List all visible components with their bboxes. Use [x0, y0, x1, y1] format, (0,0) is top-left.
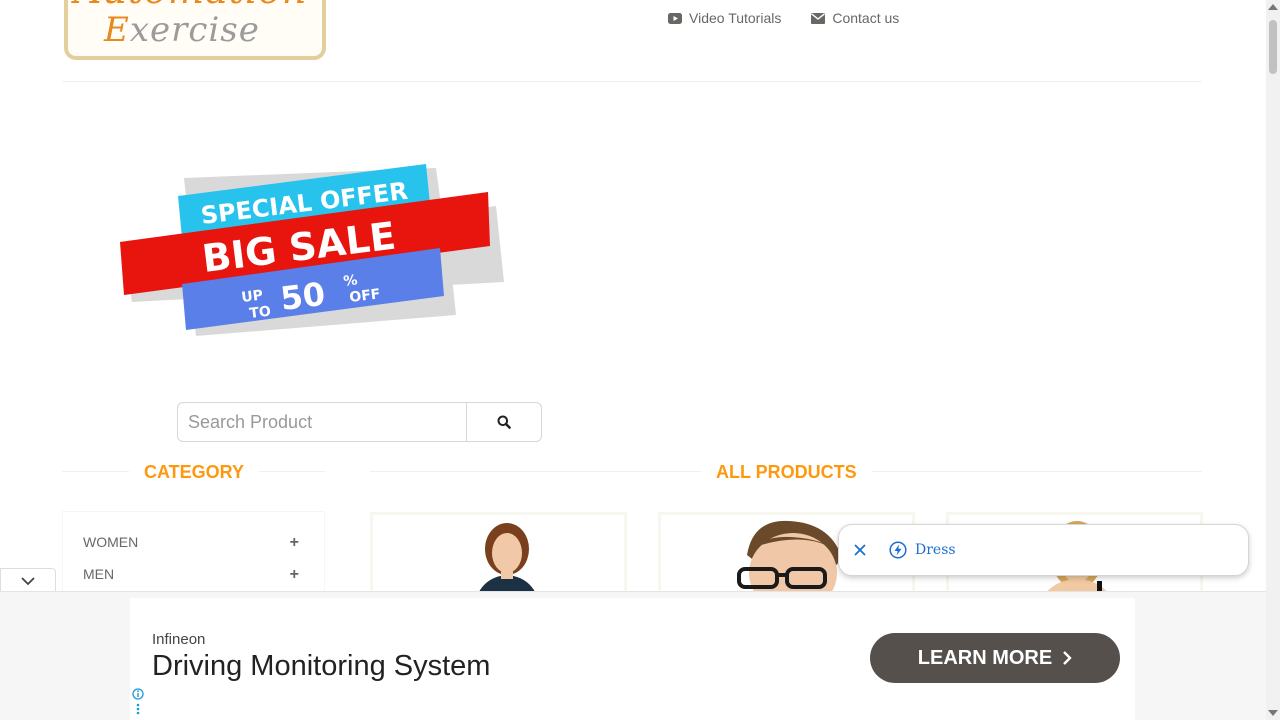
category-item-label: WOMEN — [83, 534, 139, 550]
nav-video-tutorials[interactable]: Video Tutorials — [668, 10, 781, 26]
nav-video-tutorials-label: Video Tutorials — [689, 10, 782, 26]
ad-brand: Infineon — [152, 631, 206, 648]
chevron-right-icon — [1063, 651, 1072, 665]
scroll-down-arrow[interactable] — [1268, 710, 1278, 716]
suggestion-text[interactable]: Dress — [915, 542, 956, 558]
banner-percent-value: 50 — [278, 275, 327, 318]
chevron-down-icon — [21, 576, 35, 585]
nav-contact-us-label: Contact us — [832, 10, 900, 26]
ad-collapse-button[interactable] — [0, 568, 56, 592]
ad-learn-more-button[interactable]: LEARN MORE — [870, 633, 1120, 683]
ad-banner[interactable]: Infineon Driving Monitoring System LEARN… — [130, 598, 1135, 720]
top-nav: Video Tutorials Contact us — [668, 10, 899, 26]
category-title: CATEGORY — [129, 462, 260, 483]
scroll-up-arrow[interactable] — [1268, 4, 1278, 10]
lightning-icon — [889, 541, 907, 559]
ad-headline: Driving Monitoring System — [152, 650, 491, 682]
search-input[interactable] — [177, 402, 467, 442]
sale-banner[interactable]: SPECIAL OFFER BIG SALE UP TO 50 % OFF — [110, 150, 520, 350]
category-item-label: MEN — [83, 566, 115, 582]
youtube-icon — [668, 12, 682, 24]
ad-info-icon[interactable] — [132, 688, 144, 718]
banner-to: TO — [249, 303, 272, 322]
category-item-women[interactable]: WOMEN + — [83, 534, 299, 552]
expand-icon[interactable]: + — [290, 566, 299, 584]
ad-cta-label: LEARN MORE — [917, 646, 1053, 669]
search-icon — [497, 415, 511, 429]
site-logo[interactable]: Automation Exercise — [64, 0, 326, 60]
nav-contact-us[interactable]: Contact us — [811, 10, 899, 26]
expand-icon[interactable]: + — [290, 534, 299, 552]
header-divider — [62, 81, 1202, 82]
banner-percent-sign: % — [343, 272, 359, 290]
scrollbar-thumb[interactable] — [1269, 20, 1277, 74]
all-products-title: ALL PRODUCTS — [701, 462, 872, 483]
close-icon[interactable] — [853, 543, 867, 557]
product-search — [177, 402, 542, 442]
category-item-men[interactable]: MEN + — [83, 566, 299, 584]
envelope-icon — [811, 12, 826, 24]
page-scrollbar[interactable] — [1266, 0, 1280, 720]
search-button[interactable] — [467, 402, 542, 442]
banner-up: UP — [241, 287, 264, 306]
autocomplete-suggestion: Dress — [838, 524, 1249, 576]
logo-line-2: Exercise — [104, 10, 260, 50]
